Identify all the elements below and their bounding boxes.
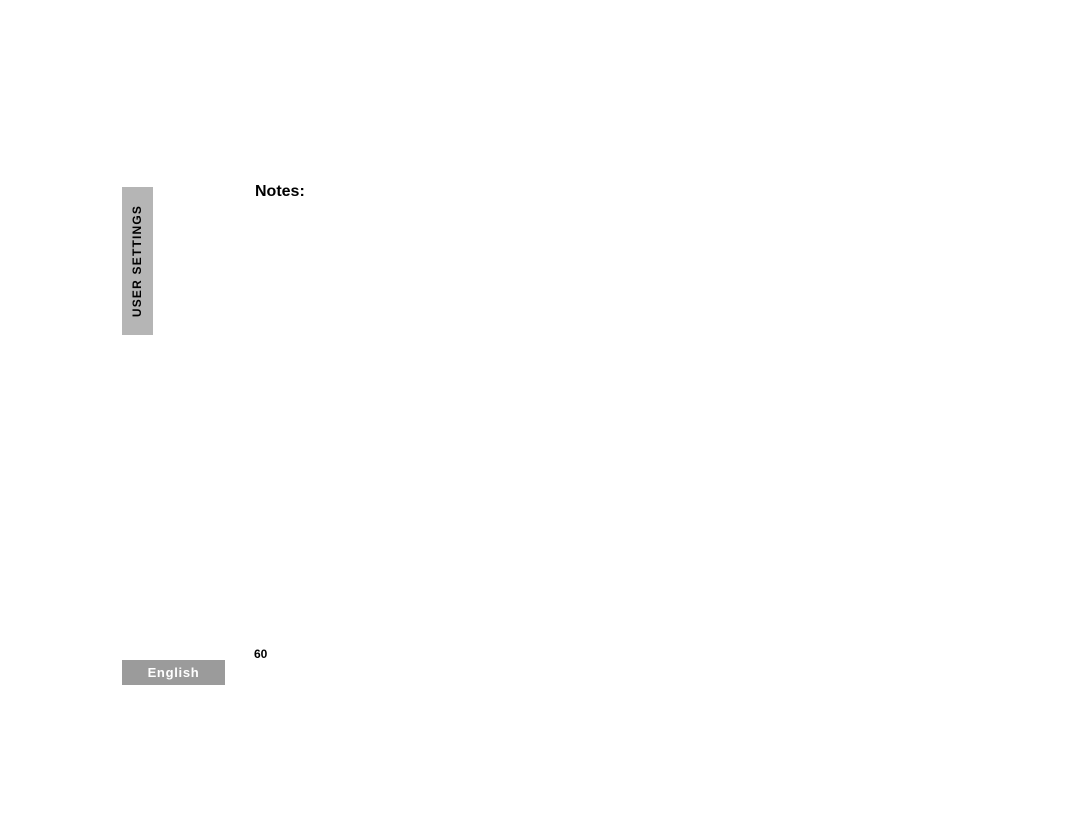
section-tab: USER SETTINGS <box>122 187 153 335</box>
language-tab: English <box>122 660 225 685</box>
document-page: USER SETTINGS Notes: 60 English <box>0 0 1080 834</box>
notes-heading: Notes: <box>255 183 305 201</box>
page-number: 60 <box>254 647 267 661</box>
language-label: English <box>148 665 200 680</box>
section-tab-label: USER SETTINGS <box>131 205 145 317</box>
